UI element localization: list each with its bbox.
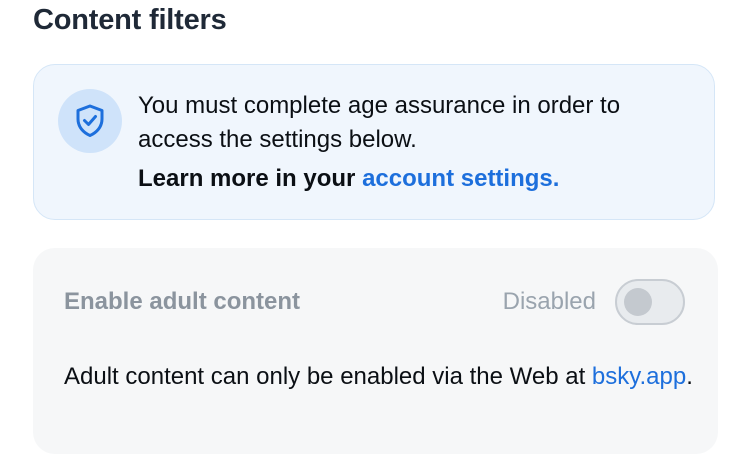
shield-check-icon bbox=[58, 89, 122, 153]
age-assurance-message: You must complete age assurance in order… bbox=[138, 92, 621, 153]
toggle-status-text: Disabled bbox=[502, 288, 596, 315]
bsky-app-link[interactable]: bsky.app bbox=[592, 363, 686, 390]
content-filters-page: Content filters You must complete age as… bbox=[0, 0, 750, 461]
learn-more-prefix: Learn more in your bbox=[138, 165, 363, 192]
adult-content-card: Enable adult content Disabled Adult cont… bbox=[33, 248, 718, 454]
age-assurance-notice: You must complete age assurance in order… bbox=[33, 64, 715, 220]
adult-content-description: Adult content can only be enabled via th… bbox=[64, 360, 704, 394]
learn-more-line: Learn more in your account settings. bbox=[138, 165, 559, 193]
adult-content-toggle[interactable] bbox=[615, 279, 685, 325]
section-title: Content filters bbox=[33, 4, 227, 36]
toggle-knob bbox=[624, 288, 652, 316]
adult-content-label: Enable adult content bbox=[64, 288, 301, 315]
account-settings-link[interactable]: account settings. bbox=[362, 165, 559, 192]
description-suffix: . bbox=[686, 363, 693, 390]
description-text: Adult content can only be enabled via th… bbox=[64, 363, 592, 390]
